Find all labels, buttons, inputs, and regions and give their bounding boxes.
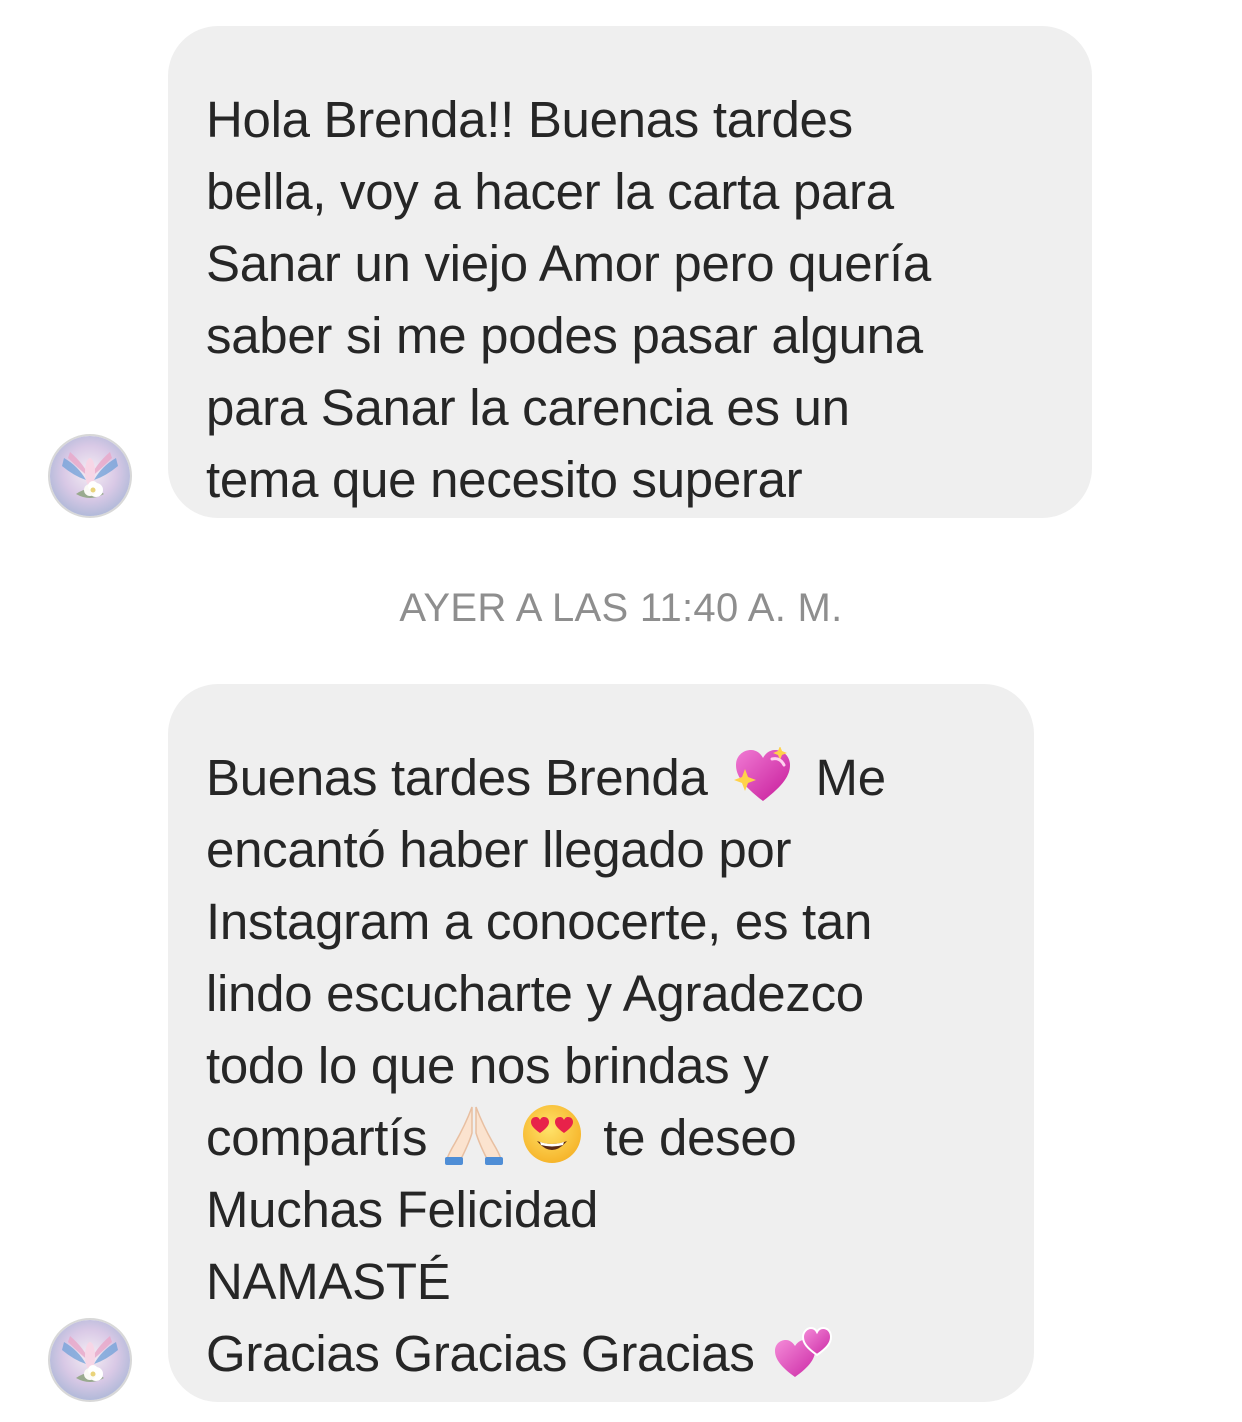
avatar-image bbox=[50, 1320, 130, 1400]
heart-eyes-icon bbox=[521, 1103, 583, 1165]
folded-hands-icon bbox=[443, 1103, 505, 1165]
message-line: lindo escucharte y Agradezco bbox=[206, 965, 864, 1022]
message-text: te deseo bbox=[603, 1109, 797, 1166]
message-line: bella, voy a hacer la carta para bbox=[206, 163, 894, 220]
message-line: Sanar un viejo Amor pero quería bbox=[206, 235, 931, 292]
message-line: Gracias Gracias Gracias bbox=[206, 1318, 996, 1390]
message-line: todo lo que nos brindas y bbox=[206, 1037, 769, 1094]
message-text: compartís bbox=[206, 1109, 428, 1166]
message-line: Instagram a conocerte, es tan bbox=[206, 893, 873, 950]
sender-avatar[interactable] bbox=[48, 1318, 132, 1402]
message-line: compartís te deseo bbox=[206, 1102, 996, 1174]
message-bubble[interactable]: Buenas tardes Brenda Me encantó haber ll… bbox=[168, 684, 1034, 1402]
message-line: Hola Brenda!! Buenas tardes bbox=[206, 91, 853, 148]
two-hearts-icon bbox=[773, 1323, 835, 1381]
sparkling-heart-icon bbox=[732, 747, 794, 805]
message-line: tema que necesito superar bbox=[206, 451, 803, 508]
message-text: Buenas tardes Brenda bbox=[206, 749, 708, 806]
message-bubble[interactable]: Hola Brenda!! Buenas tardes bella, voy a… bbox=[168, 26, 1092, 518]
message-line: encantó haber llegado por bbox=[206, 821, 792, 878]
message-line: Muchas Felicidad bbox=[206, 1181, 599, 1238]
message-text: Gracias Gracias Gracias bbox=[206, 1325, 755, 1382]
avatar-image bbox=[50, 436, 130, 516]
message-line: NAMASTÉ bbox=[206, 1253, 451, 1310]
message-text: Me bbox=[815, 749, 887, 806]
message-line: saber si me podes pasar alguna bbox=[206, 307, 923, 364]
timestamp: AYER A LAS 11:40 A. M. bbox=[399, 586, 843, 630]
sender-avatar[interactable] bbox=[48, 434, 132, 518]
message-line: para Sanar la carencia es un bbox=[206, 379, 850, 436]
message-line: Buenas tardes Brenda Me bbox=[206, 742, 996, 814]
